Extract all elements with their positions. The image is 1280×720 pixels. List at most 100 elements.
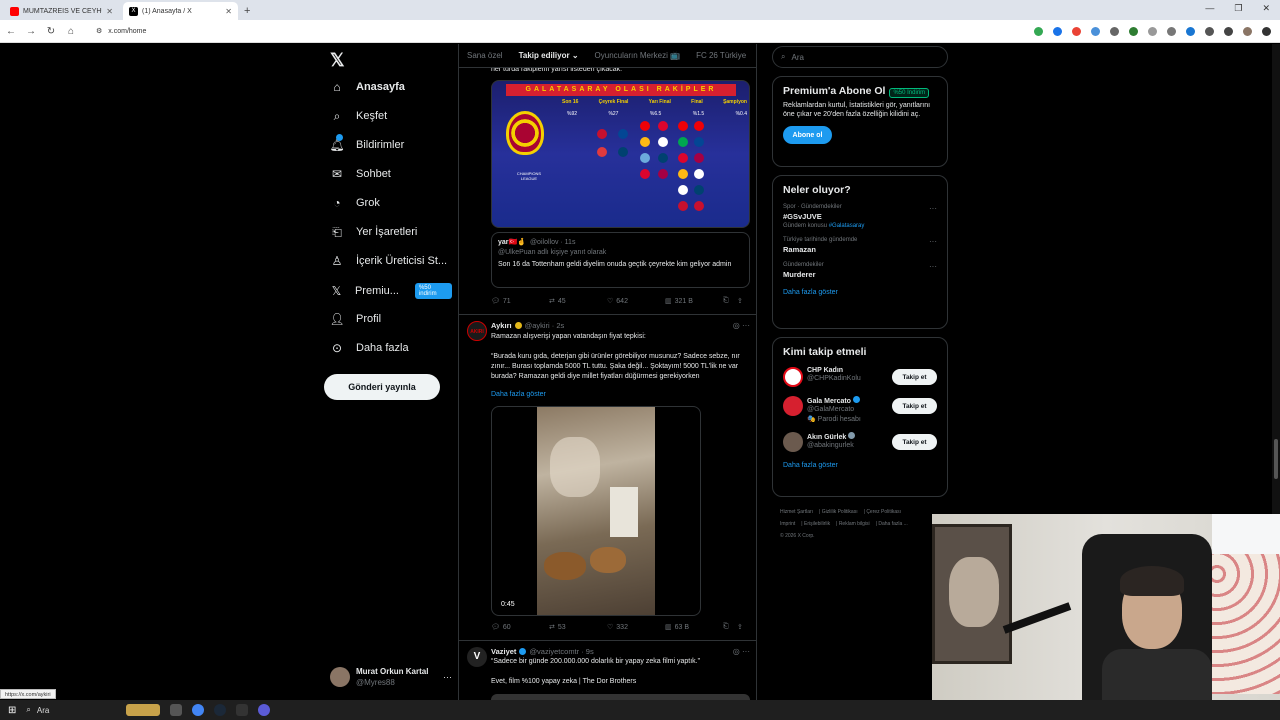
search-input[interactable]: ⌕ Ara: [772, 46, 948, 68]
footer-link[interactable]: Reklam bilgisi: [839, 521, 870, 527]
more-options-icon[interactable]: ◎ ···: [733, 321, 750, 330]
trend-item[interactable]: Spor · Gündemdekiler #GSvJUVE Gündem kon…: [783, 204, 937, 229]
maximize-icon[interactable]: ❐: [1234, 3, 1242, 14]
extension-icon[interactable]: [1186, 26, 1195, 36]
footer-link[interactable]: Gizlilik Politikası: [822, 509, 858, 515]
app-icon[interactable]: [258, 704, 271, 716]
close-tab-icon[interactable]: ✕: [225, 7, 232, 16]
follow-suggestion[interactable]: CHP Kadın @CHPKadinKolu Takip et: [783, 367, 937, 387]
nav-item-messages[interactable]: ✉ Sohbet: [330, 167, 391, 181]
extension-icon[interactable]: [1167, 26, 1176, 36]
chrome-icon[interactable]: [192, 704, 205, 716]
trend-hashtag-link[interactable]: #Galatasaray: [829, 223, 865, 229]
account-switcher[interactable]: Murat Orkun Kartal @Myres88 ···: [330, 666, 452, 688]
more-options-icon[interactable]: ···: [929, 204, 937, 213]
widget-icon[interactable]: [126, 704, 161, 716]
avatar[interactable]: AKIRI: [467, 321, 487, 341]
nav-item-more[interactable]: ⊙ Daha fazla: [330, 341, 409, 355]
tab-for-you[interactable]: Sana özel: [467, 51, 503, 60]
extension-icon[interactable]: [1148, 26, 1157, 36]
avatar[interactable]: V: [467, 647, 487, 667]
more-options-icon[interactable]: ◎ ···: [733, 647, 750, 656]
post-button[interactable]: Gönderi yayınla: [324, 374, 440, 400]
footer-link[interactable]: Erişilebilirlik: [804, 521, 830, 527]
footer-link[interactable]: Hizmet Şartları: [780, 509, 813, 515]
bookmark-star-icon[interactable]: [1053, 26, 1062, 36]
author-handle[interactable]: @vaziyetcomtr · 9s: [529, 647, 593, 656]
author-name[interactable]: Vaziyet: [491, 647, 516, 656]
downloads-icon[interactable]: [1224, 26, 1233, 36]
follow-button[interactable]: Takip et: [892, 369, 937, 385]
extension-icon[interactable]: [1129, 26, 1138, 36]
close-window-icon[interactable]: ✕: [1262, 3, 1270, 14]
show-more-link[interactable]: Daha fazla göster: [783, 289, 937, 296]
views-button[interactable]: ▥ 63 B: [665, 623, 723, 632]
profile-avatar-icon[interactable]: [1243, 26, 1252, 36]
nav-item-premium[interactable]: 𝕏 Premiu... %50 indirim: [330, 283, 452, 299]
trend-item[interactable]: Türkiye tarihinde gündemde Ramazan ···: [783, 237, 937, 254]
extension-icon[interactable]: [1205, 26, 1214, 36]
like-button[interactable]: ♡ 642: [607, 297, 665, 306]
app-icon[interactable]: [236, 704, 249, 716]
like-button[interactable]: ♡ 332: [607, 623, 665, 632]
tweet[interactable]: V Vaziyet @vaziyetcomtr · 9s ◎ ··· “Sade…: [459, 640, 756, 700]
bookmark-button[interactable]: ⎗: [723, 297, 737, 305]
more-options-icon[interactable]: ···: [443, 672, 452, 682]
subscribe-button[interactable]: Abone ol: [783, 126, 832, 144]
nav-item-creator-studio[interactable]: ♙ İçerik Üreticisi St...: [330, 254, 447, 268]
author-handle[interactable]: @aykiri · 2s: [525, 321, 565, 330]
close-tab-icon[interactable]: ✕: [106, 7, 113, 16]
show-more-link[interactable]: Daha fazla göster: [783, 462, 937, 469]
new-tab-button[interactable]: +: [244, 2, 250, 20]
nav-item-bookmarks[interactable]: ⎗ Yer İşaretleri: [330, 225, 417, 239]
menu-icon[interactable]: [1262, 26, 1271, 36]
home-browser-icon[interactable]: ⌂: [62, 26, 80, 37]
steam-icon[interactable]: [214, 704, 227, 716]
repost-button[interactable]: ⇄ 45: [549, 297, 607, 306]
more-options-icon[interactable]: ···: [929, 237, 937, 246]
extension-icon[interactable]: [1072, 26, 1081, 36]
back-icon[interactable]: ←: [2, 26, 20, 37]
browser-tab-youtube[interactable]: MÜMTAZREİS VE CEYHUN ABİ ✕: [4, 2, 119, 20]
tab-fc26[interactable]: FC 26 Türkiye: [696, 51, 746, 60]
show-more-link[interactable]: Daha fazla göster: [491, 391, 546, 398]
share-button[interactable]: ⇪: [737, 623, 743, 631]
extension-icon[interactable]: [1110, 26, 1119, 36]
tweet-image-galatasaray[interactable]: GALATASARAY OLASI RAKİPLER Son 16 Çeyrek…: [491, 80, 750, 228]
nav-item-explore[interactable]: ⌕ Keşfet: [330, 109, 388, 123]
follow-suggestion[interactable]: Gala Mercato @GalaMercato 🎭 Parodi hesab…: [783, 396, 937, 423]
follow-button[interactable]: Takip et: [892, 398, 937, 414]
extension-icon[interactable]: [1034, 26, 1043, 36]
follow-button[interactable]: Takip et: [892, 434, 937, 450]
reply-button[interactable]: 💬︎ 71: [491, 297, 549, 306]
tab-following[interactable]: Takip ediliyor ⌄: [519, 51, 579, 60]
nav-item-home[interactable]: ⌂ Anasayfa: [330, 80, 405, 94]
task-view-icon[interactable]: [170, 704, 183, 716]
scrollbar-thumb[interactable]: [1274, 439, 1278, 479]
site-info-icon[interactable]: ⚙: [96, 27, 102, 35]
footer-link[interactable]: Imprint: [780, 521, 795, 527]
minimize-icon[interactable]: —: [1205, 3, 1214, 14]
url-field[interactable]: ⚙ x.com/home: [90, 22, 1020, 40]
nav-item-profile[interactable]: 👤︎ Profil: [329, 312, 381, 326]
share-button[interactable]: ⇪: [737, 297, 743, 305]
tab-players-hub[interactable]: Oyuncuların Merkezi 📺: [595, 51, 681, 60]
author-name[interactable]: Aykırı: [491, 321, 512, 330]
footer-link[interactable]: Çerez Politikası: [866, 509, 901, 515]
follow-suggestion[interactable]: Akın Gürlek @abakingurlek Takip et: [783, 432, 937, 452]
x-logo-icon[interactable]: 𝕏: [330, 50, 345, 71]
windows-start-icon[interactable]: ⊞: [8, 705, 16, 716]
forward-icon[interactable]: →: [22, 26, 40, 37]
reply-button[interactable]: 💬︎ 60: [491, 623, 549, 632]
nav-item-notifications[interactable]: 🔔︎ Bildirimler: [329, 134, 404, 152]
browser-tab-x[interactable]: X (1) Anasayfa / X ✕: [123, 2, 238, 20]
page-scrollbar[interactable]: [1272, 44, 1280, 514]
trend-item[interactable]: Gündemdekiler Murderer ···: [783, 262, 937, 279]
tweet-video[interactable]: 0:45: [491, 406, 701, 616]
reload-icon[interactable]: ↻: [42, 26, 60, 37]
bookmark-button[interactable]: ⎗: [723, 623, 737, 631]
nav-item-grok[interactable]: ◔ Grok: [330, 196, 379, 210]
taskbar-search[interactable]: ⌕ Ara: [26, 705, 116, 715]
more-options-icon[interactable]: ···: [929, 262, 937, 271]
footer-link[interactable]: Daha fazla ...: [878, 521, 907, 527]
